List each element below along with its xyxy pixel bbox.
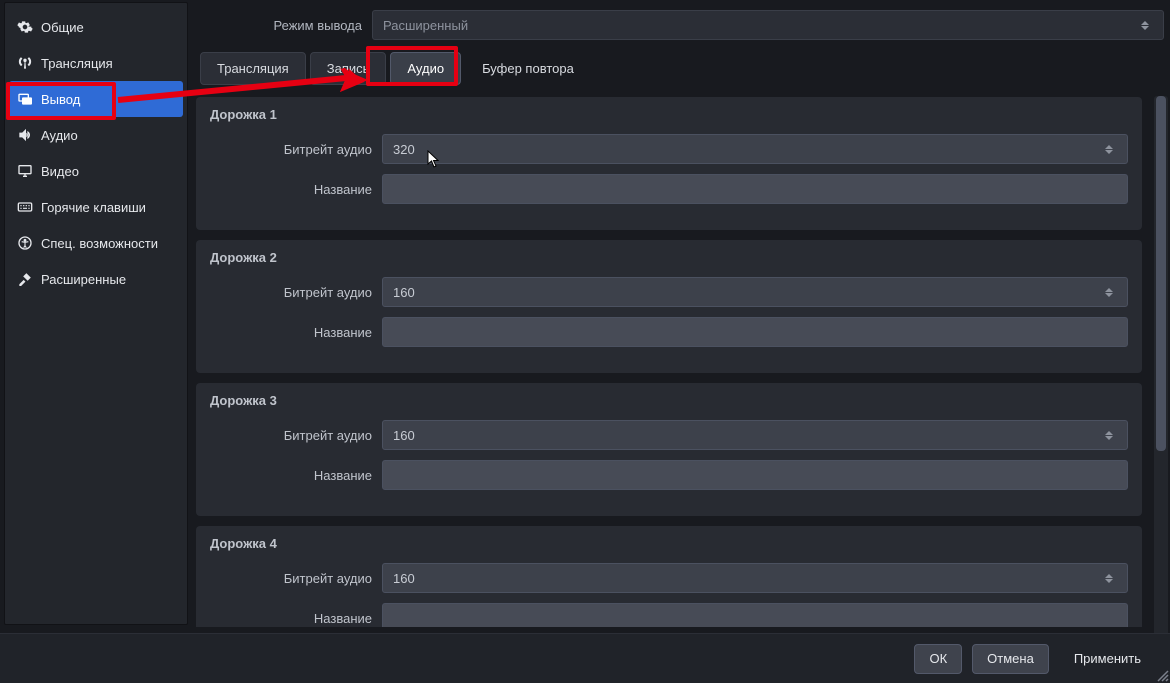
sidebar-item-label: Горячие клавиши xyxy=(41,200,146,215)
name-input-track-3[interactable] xyxy=(382,460,1128,490)
tools-icon xyxy=(17,271,33,287)
tab-streaming[interactable]: Трансляция xyxy=(200,52,306,85)
track-1: Дорожка 1 Битрейт аудио 320 Название xyxy=(196,97,1142,230)
output-icon xyxy=(17,91,33,107)
track-3: Дорожка 3 Битрейт аудио 160 Название xyxy=(196,383,1142,516)
accessibility-icon xyxy=(17,235,33,251)
output-mode-row: Режим вывода Расширенный xyxy=(196,10,1164,40)
antenna-icon xyxy=(17,55,33,71)
bitrate-select-track-3[interactable]: 160 xyxy=(382,420,1128,450)
cancel-button[interactable]: Отмена xyxy=(972,644,1049,674)
chevron-updown-icon xyxy=(1105,283,1117,301)
sidebar-item-output[interactable]: Вывод xyxy=(9,81,183,117)
chevron-updown-icon xyxy=(1141,16,1153,34)
sidebar-item-label: Расширенные xyxy=(41,272,126,287)
sidebar-item-label: Спец. возможности xyxy=(41,236,158,251)
bitrate-select-track-4[interactable]: 160 xyxy=(382,563,1128,593)
tab-audio[interactable]: Аудио xyxy=(390,52,461,85)
track-title: Дорожка 1 xyxy=(210,107,1128,122)
ok-button[interactable]: ОК xyxy=(914,644,962,674)
scrollbar-thumb[interactable] xyxy=(1156,96,1166,451)
track-4: Дорожка 4 Битрейт аудио 160 Название xyxy=(196,526,1142,627)
tracks-scroll-area: Дорожка 1 Битрейт аудио 320 Название xyxy=(196,97,1164,627)
bitrate-select-track-2[interactable]: 160 xyxy=(382,277,1128,307)
main-panel: Режим вывода Расширенный Трансляция Запи… xyxy=(192,0,1170,627)
name-input-track-2[interactable] xyxy=(382,317,1128,347)
sidebar-item-general[interactable]: Общие xyxy=(9,9,183,45)
name-input-track-4[interactable] xyxy=(382,603,1128,627)
gear-icon xyxy=(17,19,33,35)
sidebar-item-advanced[interactable]: Расширенные xyxy=(9,261,183,297)
sidebar-item-label: Аудио xyxy=(41,128,78,143)
sidebar-item-label: Общие xyxy=(41,20,84,35)
bitrate-label: Битрейт аудио xyxy=(210,285,382,300)
sidebar-item-label: Трансляция xyxy=(41,56,113,71)
name-label: Название xyxy=(210,325,382,340)
output-tabs: Трансляция Запись Аудио Буфер повтора xyxy=(196,52,1164,85)
chevron-updown-icon xyxy=(1105,426,1117,444)
sidebar-item-hotkeys[interactable]: Горячие клавиши xyxy=(9,189,183,225)
bitrate-label: Битрейт аудио xyxy=(210,142,382,157)
track-title: Дорожка 3 xyxy=(210,393,1128,408)
settings-sidebar: Общие Трансляция Вывод Аудио Видео xyxy=(4,2,188,625)
bitrate-value: 160 xyxy=(393,428,415,443)
output-mode-label: Режим вывода xyxy=(196,18,362,33)
sidebar-item-stream[interactable]: Трансляция xyxy=(9,45,183,81)
bitrate-select-track-1[interactable]: 320 xyxy=(382,134,1128,164)
tab-recording[interactable]: Запись xyxy=(310,52,387,85)
bitrate-value: 160 xyxy=(393,571,415,586)
name-input-track-1[interactable] xyxy=(382,174,1128,204)
sidebar-item-audio[interactable]: Аудио xyxy=(9,117,183,153)
output-mode-value: Расширенный xyxy=(383,18,468,33)
bitrate-label: Битрейт аудио xyxy=(210,428,382,443)
sidebar-item-label: Видео xyxy=(41,164,79,179)
bitrate-value: 160 xyxy=(393,285,415,300)
speaker-icon xyxy=(17,127,33,143)
apply-button[interactable]: Применить xyxy=(1059,644,1156,674)
bitrate-label: Битрейт аудио xyxy=(210,571,382,586)
sidebar-item-label: Вывод xyxy=(41,92,80,107)
sidebar-item-video[interactable]: Видео xyxy=(9,153,183,189)
output-mode-select[interactable]: Расширенный xyxy=(372,10,1164,40)
name-label: Название xyxy=(210,611,382,626)
track-title: Дорожка 2 xyxy=(210,250,1128,265)
tab-replay-buffer[interactable]: Буфер повтора xyxy=(465,52,591,85)
chevron-updown-icon xyxy=(1105,569,1117,587)
track-2: Дорожка 2 Битрейт аудио 160 Название xyxy=(196,240,1142,373)
sidebar-item-accessibility[interactable]: Спец. возможности xyxy=(9,225,183,261)
chevron-updown-icon xyxy=(1105,140,1117,158)
keyboard-icon xyxy=(17,199,33,215)
bitrate-value: 320 xyxy=(393,142,415,157)
track-title: Дорожка 4 xyxy=(210,536,1128,551)
monitor-icon xyxy=(17,163,33,179)
scrollbar[interactable] xyxy=(1154,96,1168,627)
name-label: Название xyxy=(210,182,382,197)
name-label: Название xyxy=(210,468,382,483)
dialog-footer: ОК Отмена Применить xyxy=(0,633,1170,683)
